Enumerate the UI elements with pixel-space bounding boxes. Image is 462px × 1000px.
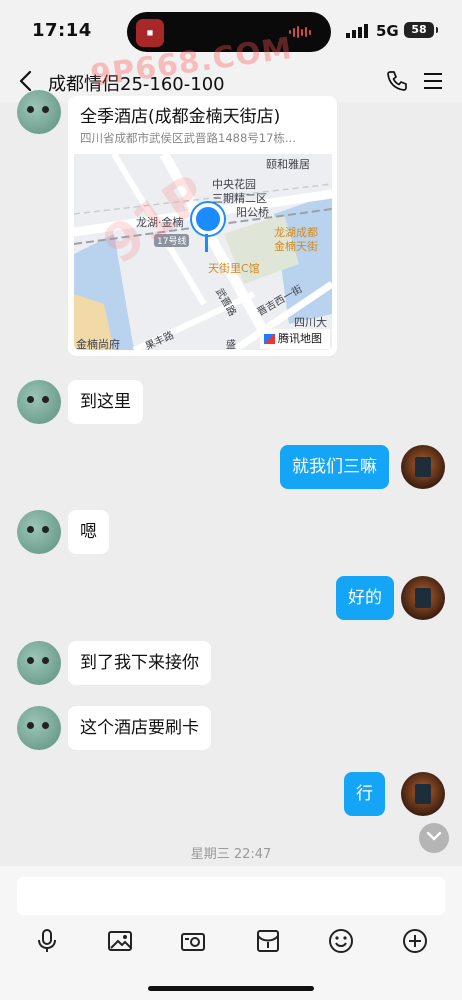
- map-label: 天街里C馆: [208, 262, 260, 275]
- image-icon[interactable]: [107, 928, 133, 954]
- scroll-to-bottom-button[interactable]: [419, 823, 449, 853]
- input-bar: [0, 866, 462, 1000]
- red-packet-icon[interactable]: [255, 928, 281, 954]
- message-bubble-sent[interactable]: 就我们三嘛: [280, 445, 389, 489]
- map-label: 金楠天街: [274, 240, 318, 253]
- plus-icon[interactable]: [402, 928, 428, 954]
- message-bubble-received[interactable]: 到了我下来接你: [68, 641, 211, 685]
- map-label: 四川大: [294, 316, 327, 329]
- emoji-icon[interactable]: [328, 928, 354, 954]
- phone-icon[interactable]: [385, 69, 409, 93]
- chevron-down-icon: [426, 831, 442, 841]
- map-label: 金楠尚府: [76, 338, 120, 350]
- contact-avatar[interactable]: [17, 706, 61, 750]
- message-bubble-received[interactable]: 到这里: [68, 380, 143, 424]
- home-indicator[interactable]: [148, 986, 314, 991]
- status-time: 17:14: [32, 20, 92, 41]
- map-brand-logo: 腾讯地图: [260, 329, 330, 349]
- location-address: 四川省成都市武侯区武晋路1488号17栋...: [80, 131, 296, 145]
- message-bubble-sent[interactable]: 行: [344, 772, 385, 816]
- audio-wave-icon: [289, 26, 313, 38]
- self-avatar[interactable]: [401, 576, 445, 620]
- location-name: 全季酒店(成都金楠天街店): [80, 107, 281, 127]
- network-type: 5G: [376, 22, 399, 40]
- map-label: 阳公桥: [236, 206, 269, 219]
- self-avatar[interactable]: [401, 445, 445, 489]
- camera-icon[interactable]: [180, 928, 206, 954]
- map-label: 盛: [226, 340, 236, 350]
- signal-icon: [346, 24, 368, 38]
- contact-avatar[interactable]: [17, 90, 61, 134]
- battery-icon: 58: [404, 22, 438, 38]
- contact-avatar[interactable]: [17, 641, 61, 685]
- voice-icon[interactable]: [34, 928, 60, 954]
- message-bubble-sent[interactable]: 好的: [336, 576, 394, 620]
- app-icon: ◼: [136, 19, 164, 47]
- message-timestamp: 星期三 22:47: [190, 847, 272, 862]
- location-pin-stem: [205, 234, 208, 252]
- self-avatar[interactable]: [401, 772, 445, 816]
- message-bubble-received[interactable]: 这个酒店要刷卡: [68, 706, 211, 750]
- contact-avatar[interactable]: [17, 510, 61, 554]
- message-input[interactable]: [17, 877, 445, 915]
- contact-avatar[interactable]: [17, 380, 61, 424]
- menu-icon[interactable]: [422, 71, 444, 91]
- message-bubble-received[interactable]: 嗯: [68, 510, 109, 554]
- map-label: 颐和雅居: [266, 158, 310, 171]
